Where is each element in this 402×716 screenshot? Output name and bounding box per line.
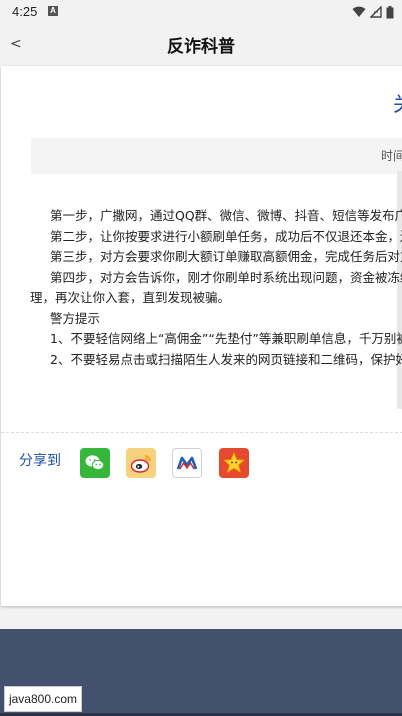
police-tips-heading: 警方提示 [50,310,101,326]
page-title: 反诈科普 [167,37,235,57]
status-bar: 4:25 A [0,0,402,24]
article-paragraph: 第二步，让你按要求进行小额刷单任务，成功后不仅退还本金，还 [50,228,402,244]
article-meta: 时间 [31,138,402,174]
article-paragraph: 2、不要轻易点击或扫描陌生人发来的网页链接和二维码，保护好 [50,351,402,367]
signal-icon [370,6,382,18]
article-paragraph: 第一步，广撒网，通过QQ群、微信、微博、抖音、短信等发布广 [50,208,402,223]
star-icon [222,451,246,473]
article-title: 关 [393,88,402,117]
article-card: 关 时间 第一步，广撒网，通过QQ群、微信、微博、抖音、短信等发布广 第二步，让… [1,66,402,606]
status-icons [352,5,394,19]
wechat-share-button[interactable] [80,448,110,478]
article-paragraph: 理，再次让你入套，直到发现被骗。 [30,290,231,305]
wechat-icon [85,455,105,471]
qzone-share-button[interactable] [219,448,249,478]
app-screen: 4:25 A < 反诈科普 关 时间 第一步，广撒网，通过QQ群 [0,0,402,716]
wifi-icon [352,6,366,17]
battery-icon [386,5,394,18]
qq-icon [176,456,198,470]
notification-a-icon: A [48,6,58,16]
article-paragraph: 1、不要轻信网络上“高佣金”“先垫付”等兼职刷单信息，千万别被所 [50,331,402,346]
article-paragraph: 第四步，对方会告诉你，刚才你刷单时系统出现问题，资金被冻结 [50,269,402,285]
watermark-label: java800.com [4,686,82,712]
status-time: 4:25 [12,4,38,19]
article-paragraph: 第三步，对方会要求你刷大额订单赚取高额佣金，完成任务后对方 [50,249,402,264]
publish-time-label: 时间 [381,149,402,163]
nav-bar: < 反诈科普 [0,24,402,66]
qq-share-button[interactable] [172,448,202,478]
share-label: 分享到 [19,453,61,469]
article-body: 第一步，广撒网，通过QQ群、微信、微博、抖音、短信等发布广 第二步，让你按要求进… [30,206,402,370]
share-divider [1,432,402,433]
weibo-icon [130,455,151,473]
weibo-share-button[interactable] [126,448,156,478]
